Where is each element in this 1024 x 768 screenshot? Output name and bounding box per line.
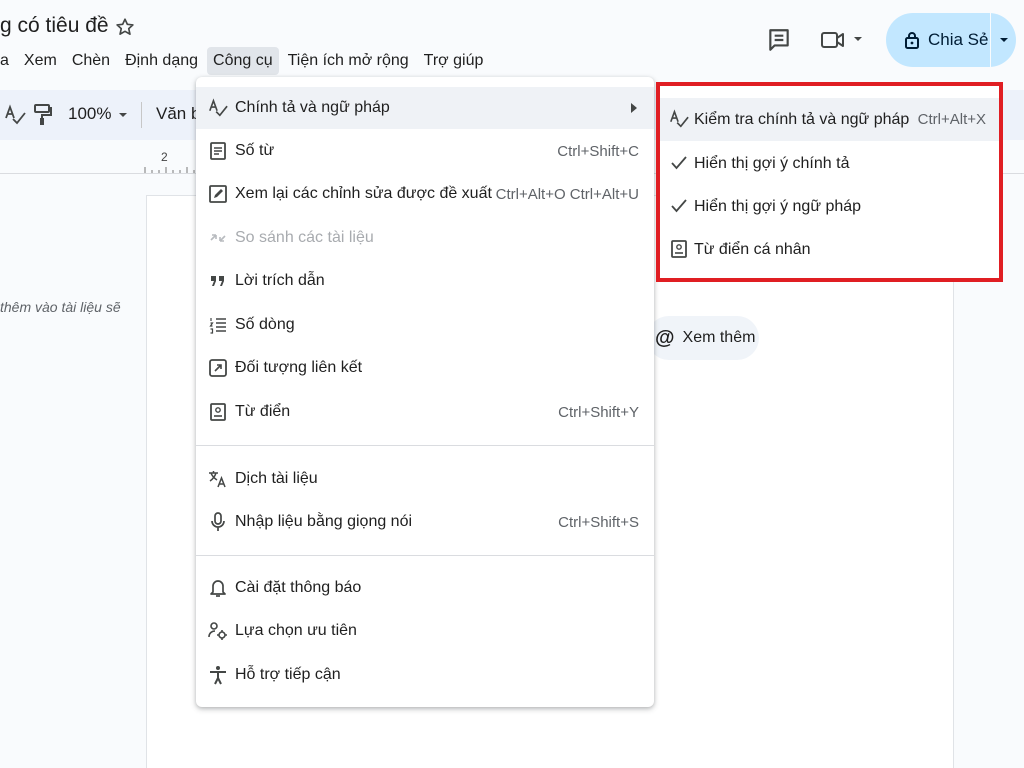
quote-icon	[208, 271, 228, 291]
compare-icon	[208, 228, 228, 248]
menu-item-shortcut: Ctrl+Shift+S	[558, 513, 639, 531]
submenu-item-show-spelling-suggestions[interactable]: Hiển thị gợi ý chính tả	[660, 142, 999, 185]
spellcheck-icon	[208, 98, 228, 118]
submenu-item-show-grammar-suggestions[interactable]: Hiển thị gợi ý ngữ pháp	[660, 185, 999, 228]
menu-item-preferences[interactable]: Lựa chọn ưu tiên	[196, 610, 654, 652]
chevron-down-icon[interactable]	[118, 110, 128, 120]
ruler-ticks	[144, 167, 195, 173]
menu-item-label: Hỗ trợ tiếp cận	[235, 666, 341, 683]
check-icon	[669, 153, 689, 173]
spellcheck-icon[interactable]	[4, 104, 26, 126]
preferences-icon	[208, 621, 228, 641]
docs-header: g có tiêu đề a Xem Chèn Định dạng Công c…	[0, 0, 1024, 86]
submenu-item-label: Từ điển cá nhân	[694, 240, 811, 258]
menu-item-notification-settings[interactable]: Cài đặt thông báo	[196, 567, 654, 609]
menu-item-label: Nhập liệu bằng giọng nói	[235, 513, 413, 530]
menu-item-review-edits[interactable]: Xem lại các chỉnh sửa được đề xuất Ctrl+…	[196, 173, 654, 215]
menu-item-line-numbers[interactable]: Số dòng	[196, 304, 654, 346]
menu-item-label: Cài đặt thông báo	[235, 579, 362, 596]
translate-icon	[208, 469, 228, 489]
share-options[interactable]	[991, 35, 1016, 45]
submenu-item-shortcut: Ctrl+Alt+X	[917, 111, 986, 128]
ruler-number: 2	[161, 150, 168, 164]
paint-format-icon[interactable]	[33, 103, 53, 127]
menu-item-shortcut: Ctrl+Shift+C	[557, 142, 639, 160]
submenu-item-personal-dictionary[interactable]: Từ điển cá nhân	[660, 228, 999, 271]
document-title[interactable]: g có tiêu đề	[0, 14, 109, 38]
review-edits-icon	[208, 184, 228, 204]
menu-insert[interactable]: Chèn	[66, 47, 116, 75]
menu-item-dictionary[interactable]: Từ điển Ctrl+Shift+Y	[196, 391, 654, 433]
menu-item-compare-documents: So sánh các tài liệu	[196, 217, 654, 259]
menu-help[interactable]: Trợ giúp	[418, 47, 490, 75]
dictionary-icon	[208, 402, 228, 422]
menu-item-word-count[interactable]: Số từ Ctrl+Shift+C	[196, 130, 654, 172]
line-numbers-icon	[208, 315, 228, 335]
menu-item-shortcut: Ctrl+Shift+Y	[558, 403, 639, 421]
tools-menu: Chính tả và ngữ pháp Số từ Ctrl+Shift+C …	[196, 77, 654, 707]
menu-item-translate-document[interactable]: Dịch tài liệu	[196, 458, 654, 500]
menu-view[interactable]: Xem	[18, 47, 63, 75]
menu-item-spelling-grammar[interactable]: Chính tả và ngữ pháp	[196, 87, 654, 129]
menu-item-voice-typing[interactable]: Nhập liệu bằng giọng nói Ctrl+Shift+S	[196, 501, 654, 543]
paragraph-style-select[interactable]: Văn b	[156, 104, 200, 124]
chevron-down-icon	[999, 38, 1008, 42]
menu-divider	[196, 445, 654, 446]
menu-item-accessibility[interactable]: Hỗ trợ tiếp cận	[196, 654, 654, 696]
menu-tools[interactable]: Công cụ	[207, 47, 279, 75]
dictionary-icon	[669, 239, 689, 259]
at-icon: @	[655, 326, 675, 349]
menu-item-label: Số từ	[235, 142, 275, 159]
more-chip[interactable]: @ Xem thêm	[647, 316, 759, 360]
menu-file[interactable]: a	[0, 47, 15, 75]
menu-item-label: Lời trích dẫn	[235, 272, 325, 289]
word-count-icon	[208, 141, 228, 161]
chevron-right-icon	[631, 103, 637, 113]
outline-hint: thêm vào tài liệu sẽ	[0, 299, 121, 315]
submenu-item-label: Hiển thị gợi ý chính tả	[694, 154, 850, 172]
menu-item-label: Xem lại các chỉnh sửa được đề xuất	[235, 185, 492, 202]
microphone-icon	[208, 512, 228, 532]
menu-extensions[interactable]: Tiện ích mở rộng	[282, 47, 415, 75]
spellcheck-icon	[669, 109, 689, 129]
video-call-icon[interactable]	[820, 28, 846, 52]
menu-item-label: Chính tả và ngữ pháp	[235, 99, 390, 116]
share-main[interactable]: Chia Sẻ	[886, 13, 990, 67]
chevron-down-icon[interactable]	[853, 34, 863, 44]
linked-objects-icon	[208, 358, 228, 378]
submenu-item-check-spelling[interactable]: Kiểm tra chính tả và ngữ pháp Ctrl+Alt+X	[660, 98, 999, 141]
check-icon	[669, 196, 689, 216]
submenu-item-label: Kiểm tra chính tả và ngữ pháp	[694, 110, 910, 128]
menu-item-linked-objects[interactable]: Đối tượng liên kết	[196, 347, 654, 389]
spelling-grammar-submenu: Kiểm tra chính tả và ngữ pháp Ctrl+Alt+X…	[656, 82, 1003, 282]
toolbar-divider	[141, 102, 142, 128]
star-icon[interactable]	[114, 16, 136, 38]
bell-icon	[208, 578, 228, 598]
zoom-select[interactable]: 100%	[68, 104, 111, 124]
menu-item-citations[interactable]: Lời trích dẫn	[196, 260, 654, 302]
menu-divider	[196, 555, 654, 556]
menu-format[interactable]: Định dạng	[119, 47, 204, 75]
menu-item-shortcut: Ctrl+Alt+O Ctrl+Alt+U	[495, 185, 639, 203]
share-button[interactable]: Chia Sẻ	[886, 13, 1016, 67]
menu-item-label: Đối tượng liên kết	[235, 359, 363, 376]
menu-item-label: So sánh các tài liệu	[235, 229, 374, 246]
accessibility-icon	[208, 665, 228, 685]
submenu-item-label: Hiển thị gợi ý ngữ pháp	[694, 197, 862, 215]
chip-label: Xem thêm	[682, 329, 756, 346]
lock-icon	[905, 32, 919, 49]
menu-item-label: Dịch tài liệu	[235, 470, 318, 487]
menu-item-label: Số dòng	[235, 316, 295, 333]
menu-bar: a Xem Chèn Định dạng Công cụ Tiện ích mở…	[0, 47, 492, 75]
share-label: Chia Sẻ	[928, 30, 989, 49]
comment-history-icon[interactable]	[766, 27, 792, 53]
menu-item-label: Lựa chọn ưu tiên	[235, 622, 357, 639]
menu-item-label: Từ điển	[235, 403, 291, 420]
